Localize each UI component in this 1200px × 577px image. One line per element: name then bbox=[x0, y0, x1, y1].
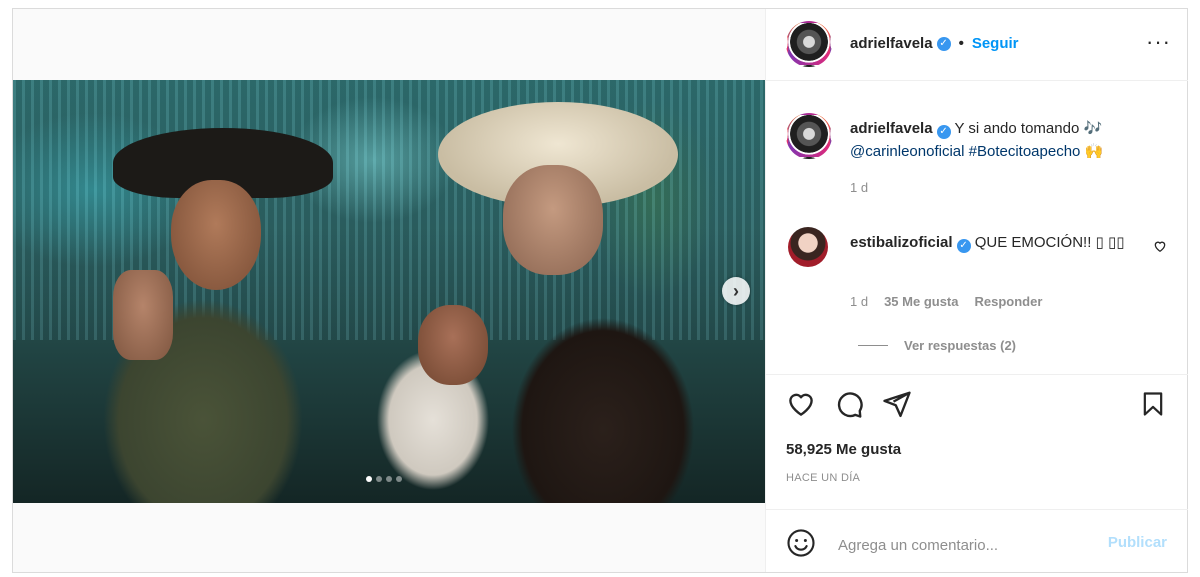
media-column: › bbox=[13, 9, 765, 572]
comment-input[interactable] bbox=[836, 529, 1090, 561]
share-icon[interactable] bbox=[882, 389, 912, 424]
likes-count[interactable]: 58,925 Me gusta bbox=[786, 441, 901, 458]
author-username[interactable]: adrielfavela bbox=[850, 35, 933, 52]
photo-face-left bbox=[171, 180, 261, 290]
verified-badge-icon: ✓ bbox=[936, 125, 951, 139]
publish-button[interactable]: Publicar bbox=[1108, 534, 1167, 551]
verified-badge-icon: ✓ bbox=[936, 36, 951, 51]
comment-item: estibalizoficial ✓ QUE EMOCIÓN!! ▯ ▯▯ bbox=[850, 231, 1150, 254]
header-separator: • bbox=[958, 35, 964, 52]
heart-icon[interactable] bbox=[786, 389, 816, 424]
carousel-dot bbox=[376, 476, 382, 482]
commenter-username[interactable]: estibalizoficial bbox=[850, 234, 953, 251]
caption-author-avatar[interactable] bbox=[786, 113, 832, 159]
caption-mention-link[interactable]: @carinleonoficial bbox=[850, 143, 964, 160]
caption-timestamp[interactable]: 1 d bbox=[850, 180, 868, 195]
actions-divider bbox=[766, 374, 1188, 375]
post-timestamp[interactable]: HACE UN DÍA bbox=[786, 472, 860, 484]
carousel-dot bbox=[386, 476, 392, 482]
commenter-avatar[interactable] bbox=[788, 227, 828, 267]
caption-hashtag-link[interactable]: #Botecitoapecho bbox=[969, 143, 1081, 160]
post-modal: › adrielfavela ✓ • Seguir ··· adrielfave… bbox=[12, 8, 1188, 573]
more-options-icon[interactable]: ··· bbox=[1146, 31, 1171, 53]
post-details-panel: adrielfavela ✓ • Seguir ··· adrielfavela… bbox=[765, 9, 1188, 572]
comment-icon[interactable] bbox=[834, 389, 864, 424]
caption-username[interactable]: adrielfavela bbox=[850, 120, 933, 137]
post-actions bbox=[786, 389, 912, 424]
caption-emoji: 🙌 bbox=[1084, 143, 1104, 160]
view-replies-button[interactable]: Ver respuestas (2) bbox=[858, 338, 1016, 353]
view-replies-label: Ver respuestas (2) bbox=[904, 338, 1017, 353]
bookmark-icon[interactable] bbox=[1139, 389, 1167, 424]
caption-text: Y si ando tomando 🎶 bbox=[954, 120, 1103, 137]
header-divider bbox=[766, 80, 1188, 81]
photo-face-right bbox=[503, 165, 603, 275]
carousel-next-button[interactable]: › bbox=[722, 277, 750, 305]
post-caption: adrielfavela ✓ Y si ando tomando 🎶 @carin… bbox=[850, 117, 1168, 163]
photo-hand-left bbox=[113, 270, 173, 360]
comment-likes[interactable]: 35 Me gusta bbox=[884, 294, 958, 309]
comment-reply-button[interactable]: Responder bbox=[975, 294, 1043, 309]
comment-timestamp[interactable]: 1 d bbox=[850, 294, 868, 309]
post-photo: › bbox=[13, 80, 765, 503]
author-avatar[interactable] bbox=[786, 21, 832, 67]
carousel-dot-active bbox=[366, 476, 372, 482]
carousel-indicator bbox=[366, 476, 402, 482]
post-header: adrielfavela ✓ • Seguir bbox=[850, 35, 1019, 52]
replies-line bbox=[858, 345, 888, 346]
carousel-dot bbox=[396, 476, 402, 482]
comment-like-heart-icon[interactable] bbox=[1153, 239, 1167, 258]
photo-figure-right bbox=[473, 260, 733, 503]
composer-divider bbox=[766, 509, 1188, 510]
chevron-right-icon: › bbox=[733, 280, 739, 301]
emoji-icon[interactable] bbox=[786, 528, 816, 563]
comment-meta: 1 d 35 Me gusta Responder bbox=[850, 294, 1042, 309]
comment-text: QUE EMOCIÓN!! ▯ ▯▯ bbox=[974, 234, 1125, 251]
follow-button[interactable]: Seguir bbox=[972, 35, 1019, 52]
verified-badge-icon: ✓ bbox=[956, 239, 971, 253]
